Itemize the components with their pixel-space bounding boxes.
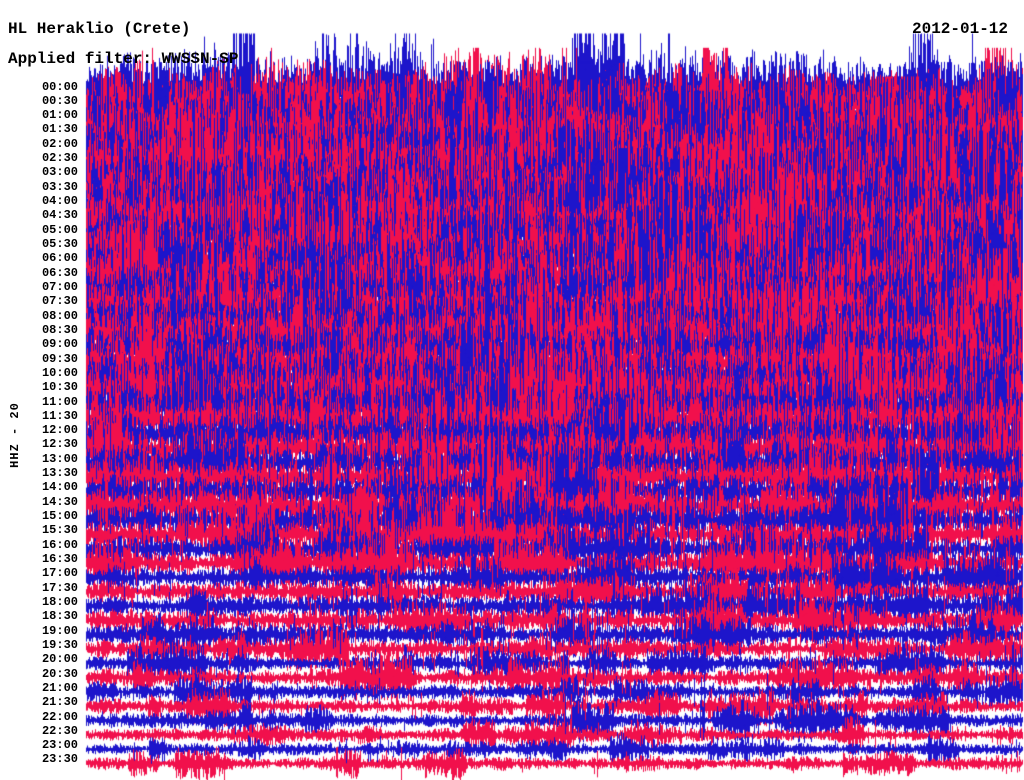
time-label: 20:00 [41,652,78,667]
time-label: 09:30 [41,351,78,366]
time-label: 21:30 [41,695,78,710]
time-label: 06:30 [41,265,78,280]
time-label: 15:00 [41,509,78,524]
time-label: 05:00 [41,222,78,237]
time-label: 23:30 [41,752,78,767]
time-label: 14:00 [41,480,78,495]
time-label: 02:00 [41,136,78,151]
time-label: 12:30 [41,437,78,452]
time-label: 01:30 [41,122,78,137]
time-label: 03:30 [41,179,78,194]
time-label: 10:30 [41,380,78,395]
time-label: 16:30 [41,552,78,567]
time-label: 18:00 [41,594,78,609]
time-label: 03:00 [41,165,78,180]
time-label: 21:00 [41,680,78,695]
time-label: 18:30 [41,609,78,624]
time-label: 05:30 [41,237,78,251]
time-label: 22:30 [41,723,78,738]
time-label: 10:00 [41,365,78,380]
time-label: 02:30 [41,151,78,166]
time-label: 01:00 [41,108,78,123]
time-label: 04:30 [41,208,78,223]
time-label: 13:30 [41,466,78,481]
applied-filter-label: Applied filter: WWSSN-SP [8,50,239,68]
time-label: 08:00 [41,308,78,323]
time-label: 19:30 [41,637,78,652]
time-label: 09:00 [41,337,78,352]
time-label: 22:00 [41,709,78,724]
time-label: 19:00 [41,623,78,638]
time-label: 04:00 [41,194,78,209]
helicorder-plot [0,0,1024,780]
time-label: 17:00 [41,566,78,581]
record-date: 2012-01-12 [911,20,1008,38]
time-label: 11:30 [41,408,78,423]
time-label: 06:00 [41,251,78,266]
time-label: 08:30 [41,322,78,337]
time-label: 17:30 [41,580,78,595]
time-label: 11:00 [41,394,78,409]
time-label: 15:30 [41,523,78,538]
time-label: 23:00 [41,738,78,753]
time-label: 14:30 [41,494,78,509]
time-label: 12:00 [41,423,78,438]
time-label: 07:30 [41,294,78,309]
station-title: HL Heraklio (Crete) [8,20,191,38]
time-label: 16:00 [41,537,78,552]
time-label: 07:00 [41,279,78,294]
time-label: 20:30 [41,666,78,681]
helicorder-page: HL Heraklio (Crete) 2012-01-12 Applied f… [0,0,1024,780]
time-label: 00:30 [41,93,78,108]
time-label: 13:00 [41,451,78,466]
time-label: 00:00 [41,79,78,94]
